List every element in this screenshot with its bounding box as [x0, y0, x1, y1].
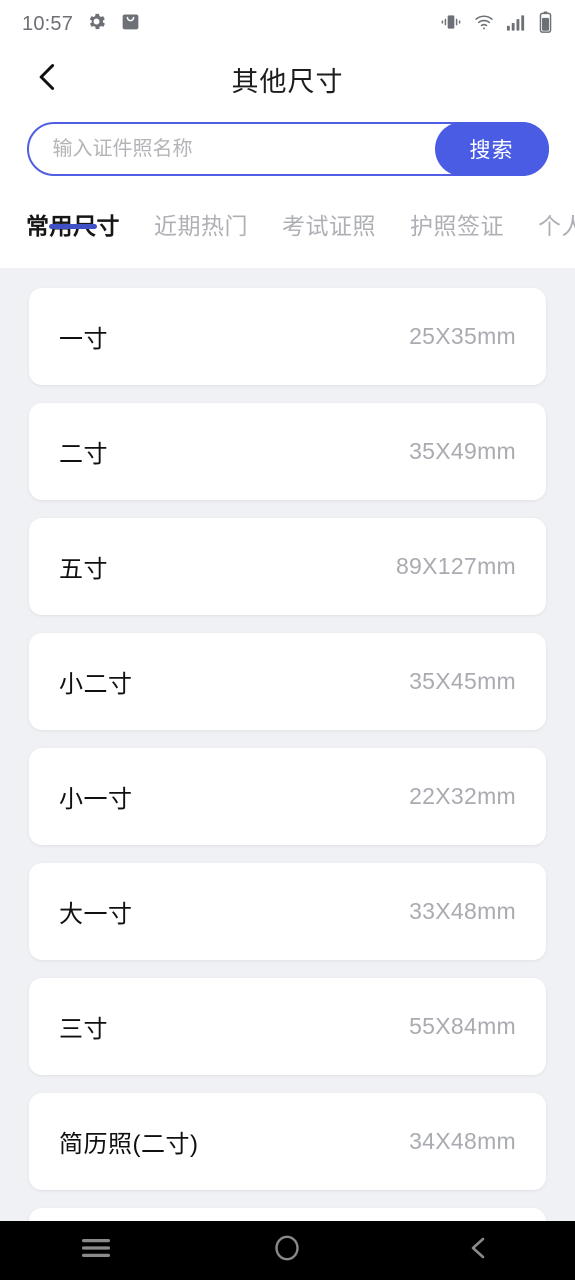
nav-back-button[interactable]	[439, 1221, 519, 1280]
tab-common-sizes[interactable]: 常用尺寸	[26, 188, 120, 241]
chevron-left-icon	[34, 61, 62, 98]
tab-label: 个人证件	[538, 213, 575, 239]
back-icon	[466, 1234, 492, 1267]
tab-personal-id[interactable]: 个人证件	[538, 188, 575, 241]
system-navigation-bar	[0, 1221, 575, 1280]
size-dimensions: 35X49mm	[409, 438, 516, 464]
status-bar-right	[440, 10, 553, 38]
size-name: 二寸	[59, 441, 108, 468]
active-tab-indicator	[49, 224, 97, 229]
app-header: 其他尺寸	[0, 48, 575, 110]
gear-icon	[86, 11, 107, 37]
tab-label: 护照签证	[410, 213, 504, 239]
list-item[interactable]: 五寸 89X127mm	[29, 518, 546, 615]
size-name: 三寸	[59, 1016, 108, 1043]
tab-exam-photos[interactable]: 考试证照	[282, 188, 376, 241]
tab-label: 近期热门	[154, 213, 248, 239]
list-item[interactable]: 简历照(二寸) 34X48mm	[29, 1093, 546, 1190]
size-dimensions: 33X48mm	[409, 898, 516, 924]
home-icon	[273, 1234, 301, 1267]
size-dimensions: 89X127mm	[395, 553, 516, 579]
battery-icon	[538, 10, 553, 38]
app-bag-icon	[120, 11, 141, 37]
wifi-icon	[473, 12, 495, 37]
list-item-partial[interactable]	[29, 1208, 546, 1221]
tab-recent-popular[interactable]: 近期热门	[154, 188, 248, 241]
size-dimensions: 35X45mm	[409, 668, 516, 694]
search-button[interactable]: 搜索	[434, 122, 549, 176]
back-button[interactable]	[26, 57, 70, 101]
list-item[interactable]: 一寸 25X35mm	[29, 288, 546, 385]
menu-icon	[81, 1237, 111, 1264]
list-item[interactable]: 大一寸 33X48mm	[29, 863, 546, 960]
page-title: 其他尺寸	[231, 66, 344, 97]
vibrate-icon	[440, 12, 462, 37]
tab-passport-visa[interactable]: 护照签证	[410, 188, 504, 241]
list-item[interactable]: 二寸 35X49mm	[29, 403, 546, 500]
size-dimensions: 25X35mm	[409, 323, 516, 349]
signal-icon	[506, 12, 527, 37]
search-bar: 搜索	[26, 122, 549, 176]
nav-home-button[interactable]	[247, 1221, 327, 1280]
nav-recents-button[interactable]	[56, 1221, 136, 1280]
phone-screen: 10:57 其他尺寸 输入证件照名称 搜索 常用尺寸 近期热门 考试证照 护照签…	[0, 0, 575, 1280]
category-tabs: 常用尺寸 近期热门 考试证照 护照签证 个人证件	[0, 188, 575, 268]
status-bar-clock: 10:57	[22, 12, 74, 35]
size-dimensions: 55X84mm	[409, 1013, 516, 1039]
status-bar: 10:57	[0, 0, 575, 48]
list-item[interactable]: 三寸 55X84mm	[29, 978, 546, 1075]
status-bar-left: 10:57	[22, 11, 141, 37]
list-item[interactable]: 小一寸 22X32mm	[29, 748, 546, 845]
size-name: 五寸	[59, 556, 108, 583]
size-dimensions: 22X32mm	[409, 783, 516, 809]
tab-strip[interactable]: 常用尺寸 近期热门 考试证照 护照签证 个人证件	[0, 188, 575, 268]
tab-label: 考试证照	[282, 213, 376, 239]
size-name: 简历照(二寸)	[59, 1131, 199, 1158]
size-name: 大一寸	[59, 901, 133, 928]
search-section: 搜索	[0, 110, 575, 188]
size-name: 一寸	[59, 326, 108, 353]
size-dimensions: 34X48mm	[409, 1128, 516, 1154]
size-name: 小二寸	[59, 671, 133, 698]
list-item[interactable]: 小二寸 35X45mm	[29, 633, 546, 730]
size-list[interactable]: 一寸 25X35mm 二寸 35X49mm 五寸 89X127mm 小二寸 35…	[0, 268, 575, 1221]
size-name: 小一寸	[59, 786, 133, 813]
